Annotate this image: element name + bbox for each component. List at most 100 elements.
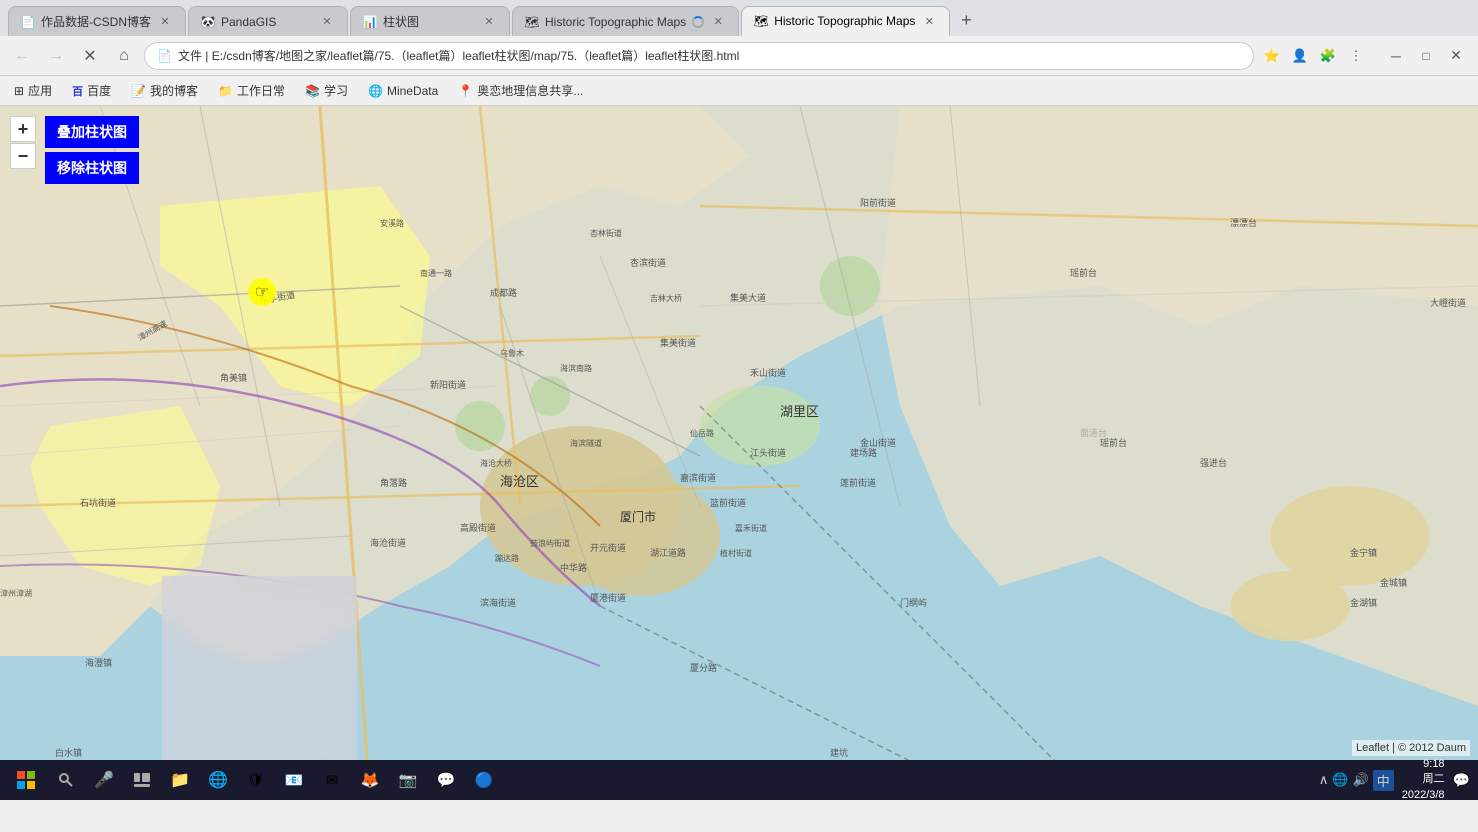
svg-text:南通一路: 南通一路 [420,268,452,278]
bookmark-blog[interactable]: 📝 我的博客 [125,80,204,101]
blurred-region [162,576,357,760]
svg-text:湖江道路: 湖江道路 [650,547,686,558]
aolian-icon: 📍 [458,84,473,98]
tab-historic1[interactable]: 🗺 Historic Topographic Maps ✕ [512,6,739,36]
map-attribution: Leaflet | © 2012 Daum [1352,740,1470,756]
maximize-button[interactable]: □ [1412,42,1440,70]
tab-favicon-historic1: 🗺 [525,15,539,29]
profile-icon[interactable]: 👤 [1288,44,1312,68]
svg-text:角落路: 角落路 [380,477,407,488]
blog-icon: 📝 [131,84,146,98]
svg-text:新阳街道: 新阳街道 [430,379,466,390]
bookmark-study[interactable]: 📚 学习 [299,80,354,101]
task-view-icon[interactable] [126,764,158,796]
taskbar: 🎤 📁 🌐 🛡 📧 ✉ 🦊 📷 💬 🔵 ∧ 🌐 🔊 中 9:18 周二 2022… [0,760,1478,800]
zoom-in-button[interactable]: + [10,116,36,142]
svg-text:植村街道: 植村街道 [720,548,752,558]
system-clock[interactable]: 9:18 周二 2022/3/8 [1402,757,1445,803]
svg-text:湖里区: 湖里区 [780,404,819,419]
svg-text:石坑街道: 石坑街道 [80,497,116,508]
network-tray-icon[interactable]: 🌐 [1332,772,1348,788]
tab-csdn[interactable]: 📄 作品数据-CSDN博客 ✕ [8,6,186,36]
tab-favicon-historic2: 🗺 [754,14,768,28]
svg-text:白水镇: 白水镇 [55,747,82,758]
svg-text:漂漂台: 漂漂台 [1230,217,1257,228]
camera-taskbar-icon[interactable]: 📷 [392,764,424,796]
svg-text:吉林大桥: 吉林大桥 [650,293,682,303]
svg-text:阳前街道: 阳前街道 [860,197,896,208]
bookmark-minedata[interactable]: 🌐 MineData [362,82,444,100]
tab-pandagis[interactable]: 🐼 PandaGIS ✕ [188,6,348,36]
cursor-indicator: ☞ [248,278,276,306]
tab-historic2[interactable]: 🗺 Historic Topographic Maps ✕ [741,6,950,36]
svg-text:江头街道: 江头街道 [750,447,786,458]
apps-icon: ⊞ [14,84,24,98]
minimize-button[interactable]: ─ [1382,42,1410,70]
chrome-taskbar-icon[interactable]: 🔵 [468,764,500,796]
svg-text:嘉滨街道: 嘉滨街道 [680,472,716,483]
collections-icon[interactable]: ⭐ [1260,44,1284,68]
tray-chevron[interactable]: ∧ [1319,772,1329,788]
outlook-taskbar-icon[interactable]: 📧 [278,764,310,796]
mail-taskbar-icon[interactable]: ✉ [316,764,348,796]
close-button[interactable]: ✕ [1442,42,1470,70]
language-indicator[interactable]: 中 [1373,770,1394,791]
browser-chrome: 📄 作品数据-CSDN博客 ✕ 🐼 PandaGIS ✕ 📊 柱状图 ✕ 🗺 H… [0,0,1478,106]
clock-time: 9:18 [1402,757,1445,772]
work-icon: 📁 [218,84,233,98]
new-tab-button[interactable]: + [952,6,980,34]
svg-text:门纲屿: 门纲屿 [900,597,927,608]
bookmark-work[interactable]: 📁 工作日常 [212,80,291,101]
forward-button[interactable]: → [42,42,70,70]
minedata-icon: 🌐 [368,84,383,98]
svg-text:杏林街道: 杏林街道 [590,228,622,238]
svg-text:仙岳路: 仙岳路 [690,428,714,438]
svg-text:角美镇: 角美镇 [220,372,247,383]
bookmark-aolian[interactable]: 📍 奥恋地理信息共享... [452,80,589,101]
svg-text:厦门市: 厦门市 [620,509,656,524]
svg-text:面道台: 面道台 [1080,427,1107,438]
svg-text:金湖镇: 金湖镇 [1350,597,1377,608]
volume-tray-icon[interactable]: 🔊 [1353,772,1369,788]
cortana-icon[interactable]: 🎤 [88,764,120,796]
search-taskbar-icon[interactable] [50,764,82,796]
back-button[interactable]: ← [8,42,36,70]
reload-button[interactable]: ✕ [76,42,104,70]
tab-close-csdn[interactable]: ✕ [157,14,173,30]
svg-text:金宁镇: 金宁镇 [1350,547,1377,558]
antivirus-taskbar-icon[interactable]: 🛡 [240,764,272,796]
tab-close-pandagis[interactable]: ✕ [319,14,335,30]
baidu-icon: 百 [72,83,83,99]
svg-text:金城镇: 金城镇 [1380,577,1407,588]
extensions-icon[interactable]: 🧩 [1316,44,1340,68]
svg-text:鼓浪屿街道: 鼓浪屿街道 [530,538,570,548]
svg-text:莲前街道: 莲前街道 [840,477,876,488]
tab-bar-chart[interactable]: 📊 柱状图 ✕ [350,6,510,36]
home-button[interactable]: ⌂ [110,42,138,70]
start-button[interactable] [8,762,44,798]
map-container[interactable]: 湖里区 海沧区 厦门市 东孚街道 角美镇 新阳街道 乌鲁木 海滨南路 集美街道 … [0,106,1478,760]
edge-taskbar-icon[interactable]: 🌐 [202,764,234,796]
tab-favicon-csdn: 📄 [21,15,35,29]
firefox-taskbar-icon[interactable]: 🦊 [354,764,386,796]
file-explorer-taskbar-icon[interactable]: 📁 [164,764,196,796]
wechat-taskbar-icon[interactable]: 💬 [430,764,462,796]
tab-close-historic2[interactable]: ✕ [921,13,937,29]
bookmark-baidu[interactable]: 百 百度 [66,80,117,101]
zoom-out-button[interactable]: − [10,143,36,169]
add-bar-chart-button[interactable]: 叠加柱状图 [45,116,139,148]
svg-text:成都路: 成都路 [490,287,517,298]
system-tray: ∧ 🌐 🔊 中 9:18 周二 2022/3/8 💬 [1319,760,1470,800]
svg-text:海沧大桥: 海沧大桥 [480,458,512,468]
settings-icon[interactable]: ⋮ [1344,44,1368,68]
notification-icon[interactable]: 💬 [1453,772,1470,789]
address-input[interactable]: 📄 文件 | E:/csdn博客/地图之家/leaflet篇/75.（leafl… [144,42,1254,70]
remove-bar-chart-button[interactable]: 移除柱状图 [45,152,139,184]
clock-date: 2022/3/8 [1402,788,1445,803]
tab-close-barchart[interactable]: ✕ [481,14,497,30]
loading-indicator [692,16,704,28]
overlay-buttons: 叠加柱状图 移除柱状图 [45,116,139,184]
svg-text:集美街道: 集美街道 [660,337,696,348]
bookmark-apps[interactable]: ⊞ 应用 [8,80,58,101]
tab-close-historic1[interactable]: ✕ [710,14,726,30]
